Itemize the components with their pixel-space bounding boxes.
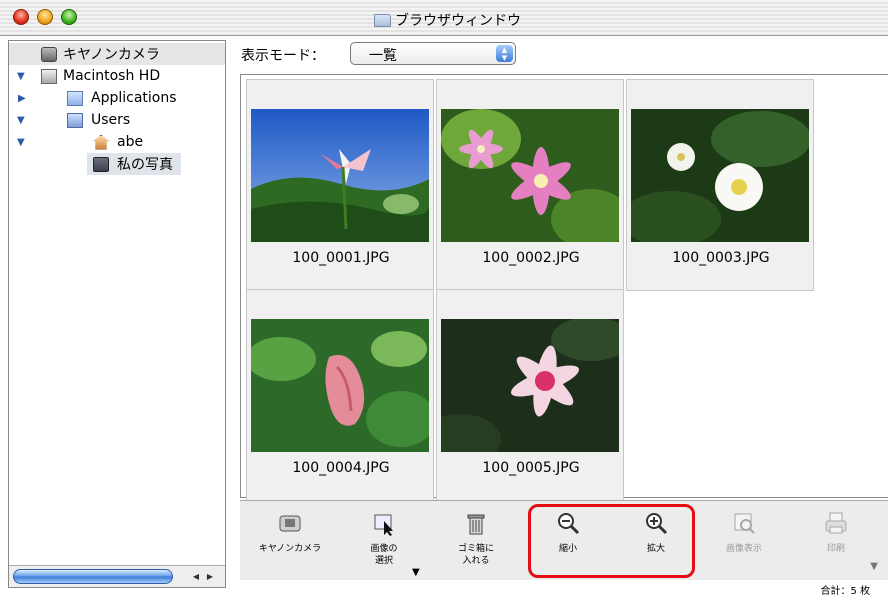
sidebar-item-label: Applications [91,90,177,106]
select-arrows-icon: ▲ ▼ [496,45,513,62]
thumbnail-item[interactable]: 100_0005.JPG [436,289,624,501]
disclosure-triangle-down-icon[interactable]: ▼ [17,137,25,148]
sidebar-item-camera[interactable]: キヤノンカメラ [9,43,225,65]
photo-thumbnail [251,109,429,242]
thumbnail-item[interactable]: 100_0001.JPG [246,79,434,291]
thumbnail-item[interactable]: 100_0002.JPG [436,79,624,291]
zoom-buttons-highlight [528,504,695,578]
thumbnail-item[interactable]: 100_0004.JPG [246,289,434,501]
sidebar-item-macintosh-hd[interactable]: ▼ Macintosh HD [9,65,225,87]
thumbnail-item[interactable]: 100_0003.JPG [626,79,814,291]
sidebar-item-label: Users [91,112,131,128]
select-cursor-icon [370,509,398,537]
display-mode-label: 表示モード： [241,48,325,64]
toolbar-label: 印刷 [826,544,845,554]
sidebar-item-label: Macintosh HD [63,68,161,84]
move-to-trash-button[interactable]: ゴミ箱に 入れる [436,509,516,567]
sidebar-horizontal-scrollbar[interactable]: ◀ ▶ [9,565,225,587]
disclosure-triangle-right-icon[interactable]: ▶ [18,93,26,104]
photo-thumbnail [441,109,619,242]
print-button[interactable]: 印刷 [796,509,876,555]
hard-disk-icon [41,68,57,84]
zoom-window-button[interactable] [61,9,77,25]
title-bar: ブラウザウィンドウ [0,0,888,36]
total-count: 合計：5 枚 [820,586,870,595]
sidebar-item-applications[interactable]: ▶ Applications [9,87,225,109]
thumbnail-filename: 100_0005.JPG [482,460,580,476]
users-folder-icon [67,112,83,128]
scrollbar-thumb[interactable] [13,569,173,584]
sidebar-item-label: 私の写真 [117,157,173,173]
applications-folder-icon [67,90,83,106]
toolbar-overflow-arrow-icon[interactable]: ▼ [870,561,878,572]
thumbnail-filename: 100_0003.JPG [672,250,770,266]
thumbnail-filename: 100_0004.JPG [292,460,390,476]
toolbar-label: 画像の 選択 [370,544,398,566]
toolbar-label: ゴミ箱に 入れる [457,544,494,566]
thumbnail-filename: 100_0001.JPG [292,250,390,266]
camera-icon [276,509,304,537]
select-dropdown-arrow-icon[interactable]: ▼ [412,567,420,578]
home-icon [93,134,109,150]
toolbar-label: キヤノンカメラ [258,544,322,554]
sidebar-item-users[interactable]: ▼ Users [9,109,225,131]
sidebar-item-abe[interactable]: ▼ abe [9,131,225,153]
scroll-left-arrow-icon[interactable]: ◀ [189,570,203,584]
display-mode-select[interactable]: 一覧 ▲ ▼ [350,42,516,65]
photo-thumbnail [251,319,429,452]
sidebar-item-my-photos[interactable]: 私の写真 [87,153,181,175]
photo-thumbnail [631,109,809,242]
camera-icon [41,46,57,62]
sidebar-tree: キヤノンカメラ ▼ Macintosh HD ▶ Applications ▼ … [8,40,226,588]
status-bar: 合計：5 枚 [240,580,888,595]
window-title-text: ブラウザウィンドウ [395,13,521,29]
folder-icon [93,156,109,172]
canon-camera-button[interactable]: キヤノンカメラ [250,509,330,555]
thumbnail-grid: 100_0001.JPG 100_0002.JPG 100_0003.JPG 1… [240,74,888,501]
window-title: ブラウザウィンドウ [374,10,521,30]
photo-thumbnail [441,319,619,452]
select-images-button[interactable]: 画像の 選択 [344,509,424,567]
minimize-window-button[interactable] [37,9,53,25]
thumbnail-filename: 100_0002.JPG [482,250,580,266]
disclosure-triangle-down-icon[interactable]: ▼ [17,71,25,82]
close-window-button[interactable] [13,9,29,25]
folder-icon [374,13,391,27]
printer-icon [822,509,850,537]
sidebar-item-label: abe [117,134,144,150]
trash-icon [462,509,490,537]
disclosure-triangle-down-icon[interactable]: ▼ [17,115,25,126]
toolbar-label: 画像表示 [725,544,762,554]
sidebar-item-label: キヤノンカメラ [63,47,160,63]
view-image-icon [730,509,758,537]
scroll-right-arrow-icon[interactable]: ▶ [203,570,217,584]
display-mode-value: 一覧 [369,48,397,64]
view-image-button[interactable]: 画像表示 [704,509,784,555]
